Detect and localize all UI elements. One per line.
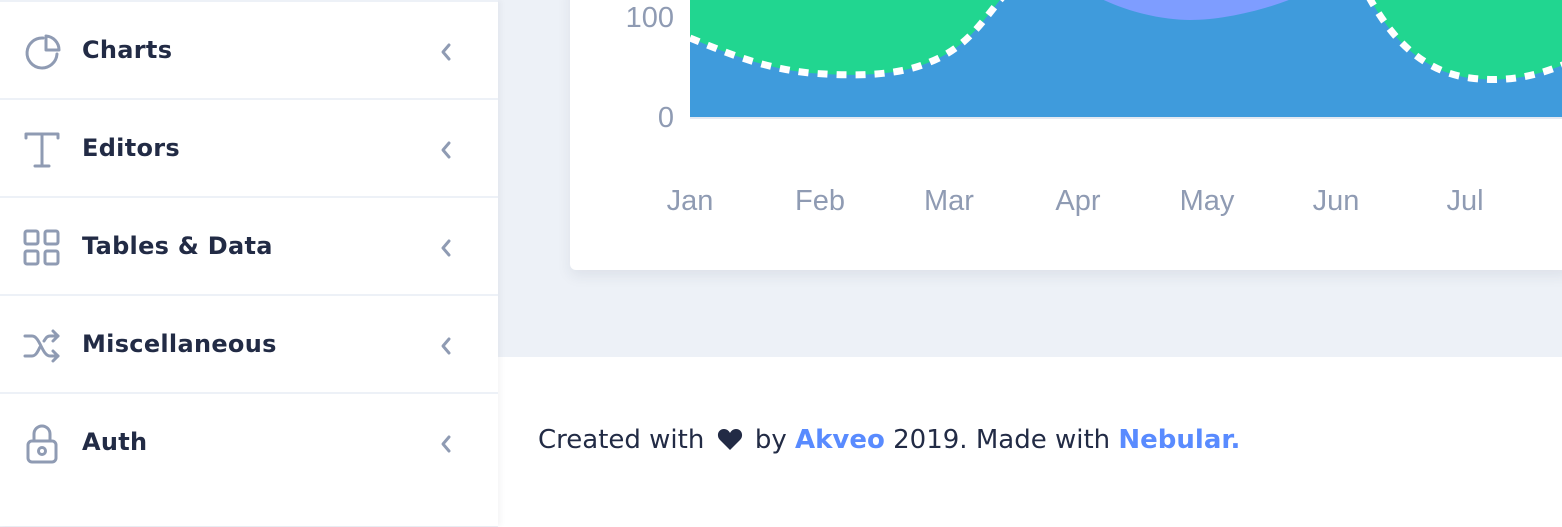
x-tick-label: Jul xyxy=(1446,185,1483,217)
sidebar-item-charts[interactable]: Charts xyxy=(0,0,498,98)
x-tick-label: Apr xyxy=(1055,185,1100,217)
sidebar-item-label: Editors xyxy=(82,134,180,162)
footer: Created with by Akveo 2019. Made with Ne… xyxy=(498,356,1562,527)
sidebar-item-auth[interactable]: Auth xyxy=(0,392,498,490)
pie-chart-icon xyxy=(25,34,61,70)
sidebar-item-editors[interactable]: Editors xyxy=(0,98,498,196)
nebular-link[interactable]: Nebular. xyxy=(1118,425,1240,455)
lock-icon xyxy=(26,424,58,464)
footer-prefix: Created with xyxy=(538,425,705,455)
x-tick-label: May xyxy=(1180,185,1235,217)
chevron-left-icon xyxy=(441,141,451,159)
sidebar-item-label: Tables & Data xyxy=(82,232,273,260)
akveo-link[interactable]: Akveo xyxy=(795,425,885,455)
sidebar-item-label: Charts xyxy=(82,36,173,64)
chevron-left-icon xyxy=(441,43,451,61)
sidebar-item-label: Auth xyxy=(82,428,148,456)
y-tick-label: 100 xyxy=(626,2,674,34)
footer-text: Created with by Akveo 2019. Made with Ne… xyxy=(538,425,1240,455)
sidebar-item-tables-data[interactable]: Tables & Data xyxy=(0,196,498,294)
chart-card: 100 0 Jan Feb Mar Apr May Jun Jul xyxy=(570,0,1562,270)
sidebar: Charts Editors Tables & Data Miscellaneo… xyxy=(0,0,498,526)
x-tick-label: Jan xyxy=(667,185,714,217)
grid-icon xyxy=(23,229,60,266)
x-tick-label: Mar xyxy=(924,185,974,217)
chevron-left-icon xyxy=(441,337,451,355)
shuffle-icon xyxy=(23,329,60,363)
sidebar-item-label: Miscellaneous xyxy=(82,330,277,358)
text-icon xyxy=(24,132,60,168)
footer-by: by xyxy=(754,425,787,455)
x-tick-label: Jun xyxy=(1313,185,1360,217)
x-tick-label: Feb xyxy=(795,185,845,217)
heart-icon xyxy=(717,429,742,450)
sidebar-item-miscellaneous[interactable]: Miscellaneous xyxy=(0,294,498,392)
y-tick-label: 0 xyxy=(658,102,674,134)
chevron-left-icon xyxy=(441,239,451,257)
footer-middle: 2019. Made with xyxy=(893,425,1111,455)
chevron-left-icon xyxy=(441,435,451,453)
area-chart: 100 0 Jan Feb Mar Apr May Jun Jul xyxy=(626,0,1562,217)
